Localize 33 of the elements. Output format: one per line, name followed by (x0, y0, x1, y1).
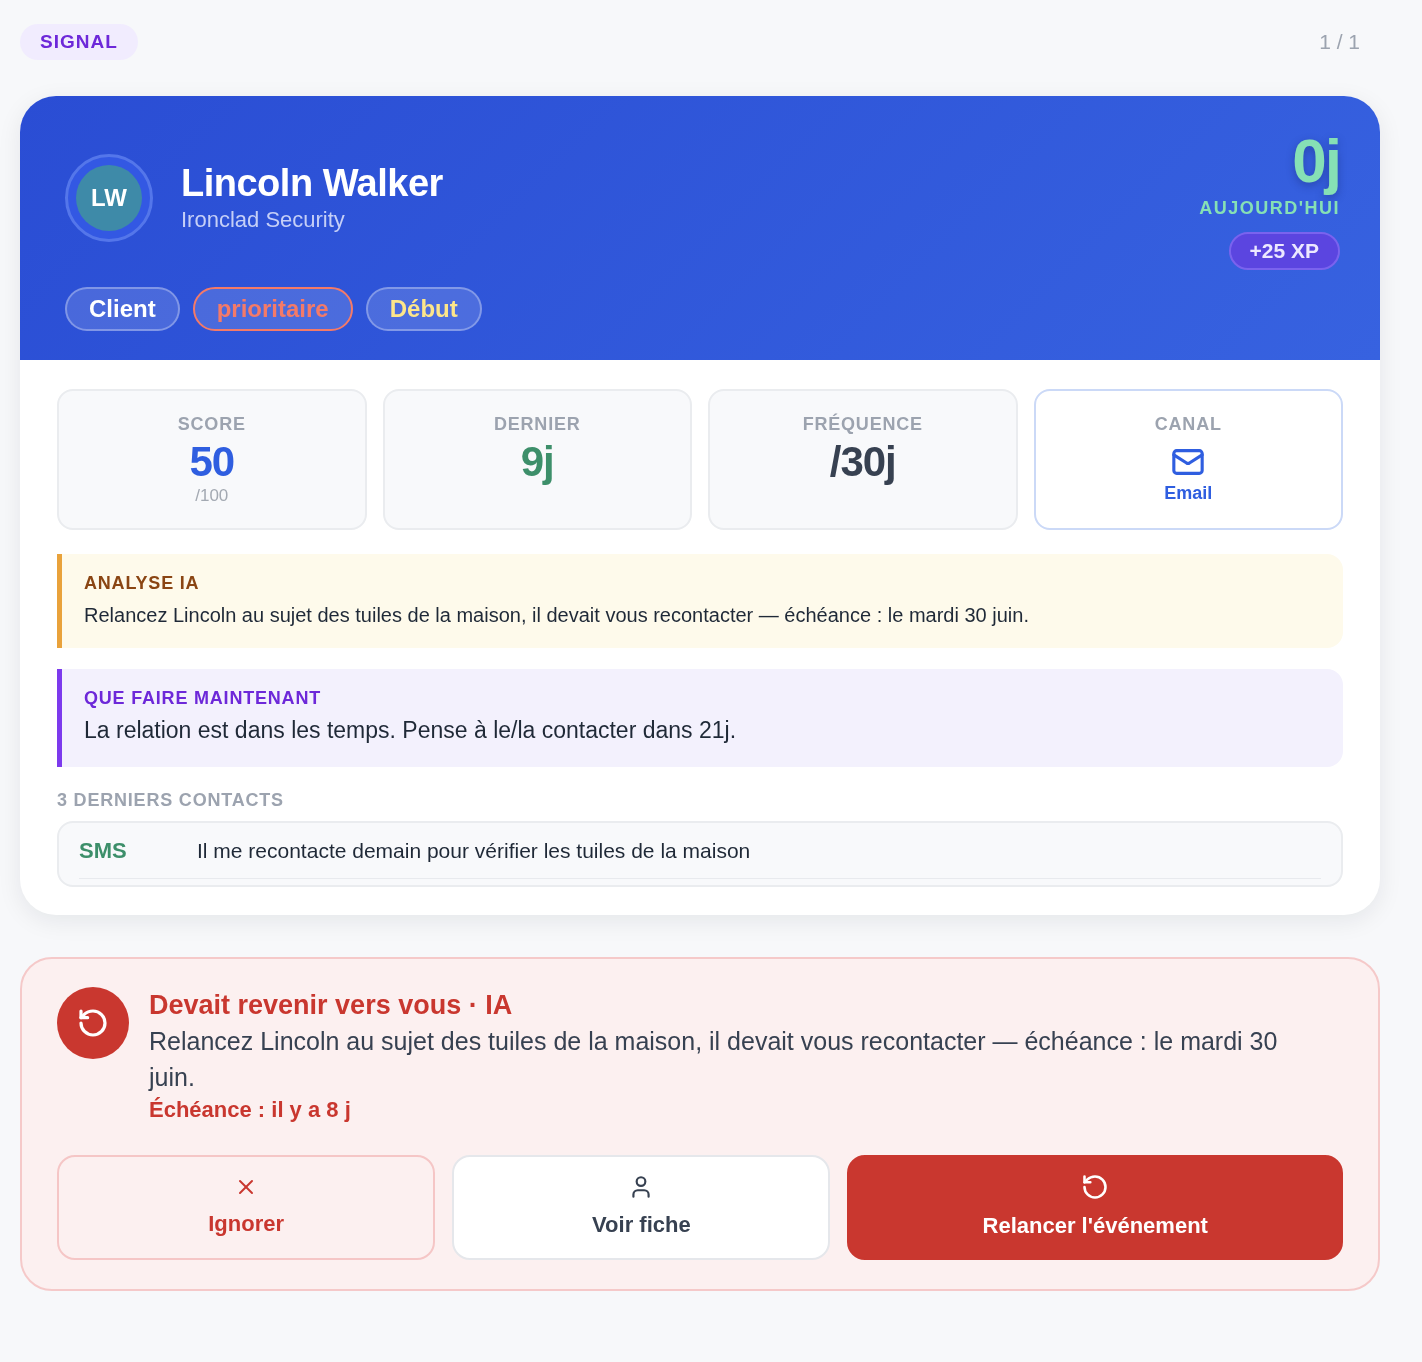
stat-label: CANAL (1154, 413, 1222, 435)
stat-label: FRÉQUENCE (802, 413, 923, 435)
section-title: 3 DERNIERS CONTACTS (57, 789, 285, 811)
stat-value: 9j (520, 438, 554, 486)
contact-channel: SMS (79, 837, 128, 865)
panel-title: ANALYSE IA (84, 572, 201, 594)
relaunch-button[interactable]: Relancer l'événement (847, 1155, 1343, 1260)
alert-text: Relancez Lincoln au sujet des tuiles de la maison, il devait vous recontacter — échéance : le mardi 30 juin. (149, 1026, 1279, 1093)
due-date: Échéance : il y a 8 j (149, 1096, 352, 1124)
stat-label: SCORE (177, 413, 246, 435)
tag: Début (365, 287, 482, 331)
stat-suffix: /100 (195, 486, 229, 506)
stat-value: 50 (189, 438, 235, 486)
panel-text: Relancez Lincoln au sujet des tuiles de la maison, il devait vous recontacter — échéance : le mardi 30 juin. (84, 603, 1030, 628)
rotate-left-icon (1081, 1173, 1110, 1201)
stat-label: DERNIER (493, 413, 581, 435)
contact-name: Lincoln Walker (181, 161, 443, 205)
ignore-button[interactable]: Ignorer (57, 1155, 436, 1260)
stat-value: /30j (829, 438, 896, 486)
tag: Client (65, 287, 180, 331)
avatar: LW (65, 154, 153, 242)
alert-title: Devait revenir vers vous · IA (149, 989, 514, 1022)
view-profile-button[interactable]: Voir fiche (452, 1155, 831, 1260)
panel-text: La relation est dans les temps. Pense à le/la contacter dans 21j. (84, 716, 738, 745)
xp-badge: +25 XP (1228, 232, 1340, 270)
tag: prioritaire (192, 287, 353, 331)
company-name: Ironclad Security (181, 206, 346, 234)
days-label: AUJOURD'HUI (1199, 197, 1340, 220)
panel-title: QUE FAIRE MAINTENANT (84, 687, 322, 709)
page-counter: 1 / 1 (1319, 29, 1360, 56)
channel-value: Email (1164, 482, 1213, 505)
contact-note: Il me recontacte demain pour vérifier les tuiles de la maison (197, 837, 751, 864)
signal-badge: SIGNAL (20, 24, 138, 60)
